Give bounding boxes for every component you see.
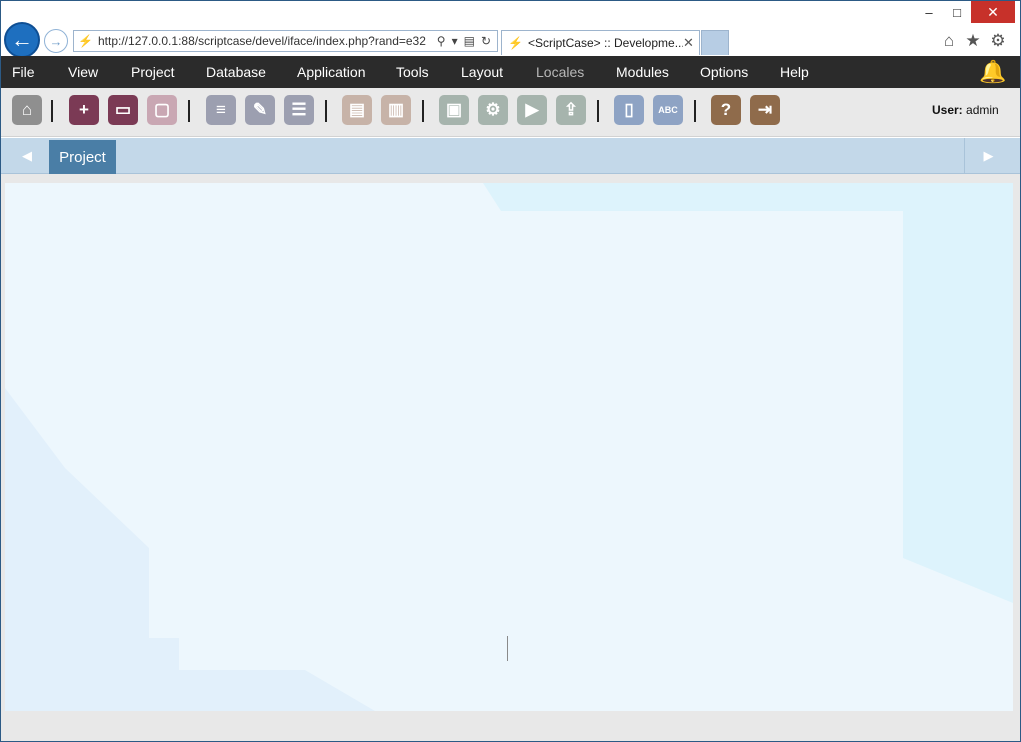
background-shapes <box>5 183 1013 711</box>
book-button[interactable]: ▯ <box>614 95 644 125</box>
browser-chrome: – □ ✕ ← → ⚡ http://127.0.0.1:88/scriptca… <box>1 1 1020 58</box>
menu-modules[interactable]: Modules <box>616 56 669 88</box>
settings-gear-icon[interactable]: ⚙ <box>987 30 1009 52</box>
menu-view[interactable]: View <box>68 56 98 88</box>
toolbar-separator <box>597 100 599 122</box>
deploy-button[interactable]: ⇪ <box>556 95 586 125</box>
document-button[interactable]: ▤ <box>342 95 372 125</box>
refresh-icon[interactable]: ↻ <box>481 34 491 48</box>
menu-locales[interactable]: Locales <box>536 56 584 88</box>
toolbar-separator <box>325 100 327 122</box>
documents-button[interactable]: ▥ <box>381 95 411 125</box>
database-button[interactable]: ☰ <box>284 95 314 125</box>
tab-project[interactable]: Project <box>49 140 116 174</box>
text-cursor <box>507 636 508 661</box>
user-name: admin <box>966 103 999 117</box>
menu-help[interactable]: Help <box>780 56 809 88</box>
scroll-right-arrow-icon[interactable]: ▶ <box>964 138 1012 174</box>
save-button[interactable]: ▣ <box>439 95 469 125</box>
browser-tab[interactable]: ⚡ <ScriptCase> :: Developme... ✕ <box>501 30 700 55</box>
menu-layout[interactable]: Layout <box>461 56 503 88</box>
help-button[interactable]: ? <box>711 95 741 125</box>
tab-close-icon[interactable]: ✕ <box>683 35 699 51</box>
toolbar-separator <box>188 100 190 122</box>
user-label: User: <box>932 103 963 117</box>
status-bar <box>1 711 1020 741</box>
spelling-button[interactable]: ABC <box>653 95 683 125</box>
search-icon[interactable]: ⚲ <box>437 34 446 48</box>
edit-application-button[interactable]: ✎ <box>245 95 275 125</box>
menu-application[interactable]: Application <box>297 56 366 88</box>
workspace-background <box>5 183 1013 711</box>
address-url[interactable]: http://127.0.0.1:88/scriptcase/devel/ifa… <box>98 34 431 48</box>
scroll-left-arrow-icon[interactable]: ◀ <box>17 146 37 166</box>
main-content <box>1 174 1020 711</box>
run-button[interactable]: ▶ <box>517 95 547 125</box>
forward-icon[interactable]: → <box>44 29 68 53</box>
menu-file[interactable]: File <box>12 56 35 88</box>
toolbar-separator <box>51 100 53 122</box>
site-favicon-icon: ⚡ <box>78 34 93 48</box>
new-project-button[interactable]: + <box>69 95 99 125</box>
tab-title: <ScriptCase> :: Developme... <box>527 36 683 50</box>
exit-button[interactable]: ⇥ <box>750 95 780 125</box>
app-toolbar: ⌂ + ▭ ▢ ≡ ✎ ☰ ▤ ▥ ▣ ⚙ ▶ ⇪ ▯ ABC ? ⇥ User… <box>1 88 1020 137</box>
maximize-button[interactable]: □ <box>943 1 971 23</box>
generate-button[interactable]: ⚙ <box>478 95 508 125</box>
app-menu-bar: File View Project Database Application T… <box>1 56 1020 88</box>
toolbar-separator <box>694 100 696 122</box>
user-info: User: admin <box>932 103 999 117</box>
home-icon[interactable]: ⌂ <box>938 30 960 52</box>
tab-favicon-icon: ⚡ <box>508 36 523 50</box>
minimize-button[interactable]: – <box>915 1 943 23</box>
toolbar-separator <box>422 100 424 122</box>
back-icon[interactable]: ← <box>4 22 40 58</box>
home-button[interactable]: ⌂ <box>12 95 42 125</box>
close-window-button[interactable]: ✕ <box>971 1 1015 23</box>
project-box-button[interactable]: ▢ <box>147 95 177 125</box>
menu-tools[interactable]: Tools <box>396 56 429 88</box>
browser-window: – □ ✕ ← → ⚡ http://127.0.0.1:88/scriptca… <box>0 0 1021 742</box>
dropdown-icon[interactable]: ▾ <box>452 34 458 48</box>
open-project-button[interactable]: ▭ <box>108 95 138 125</box>
menu-database[interactable]: Database <box>206 56 266 88</box>
new-application-button[interactable]: ≡ <box>206 95 236 125</box>
project-tab-strip: ◀ Project ▶ <box>1 138 1020 174</box>
compat-icon[interactable]: ▤ <box>464 34 475 48</box>
address-bar[interactable]: ⚡ http://127.0.0.1:88/scriptcase/devel/i… <box>73 30 498 52</box>
favorites-star-icon[interactable]: ★ <box>962 30 984 52</box>
menu-options[interactable]: Options <box>700 56 748 88</box>
new-tab-button[interactable] <box>701 30 729 55</box>
menu-project[interactable]: Project <box>131 56 175 88</box>
notification-bell-icon[interactable]: 🔔 <box>976 56 1010 88</box>
